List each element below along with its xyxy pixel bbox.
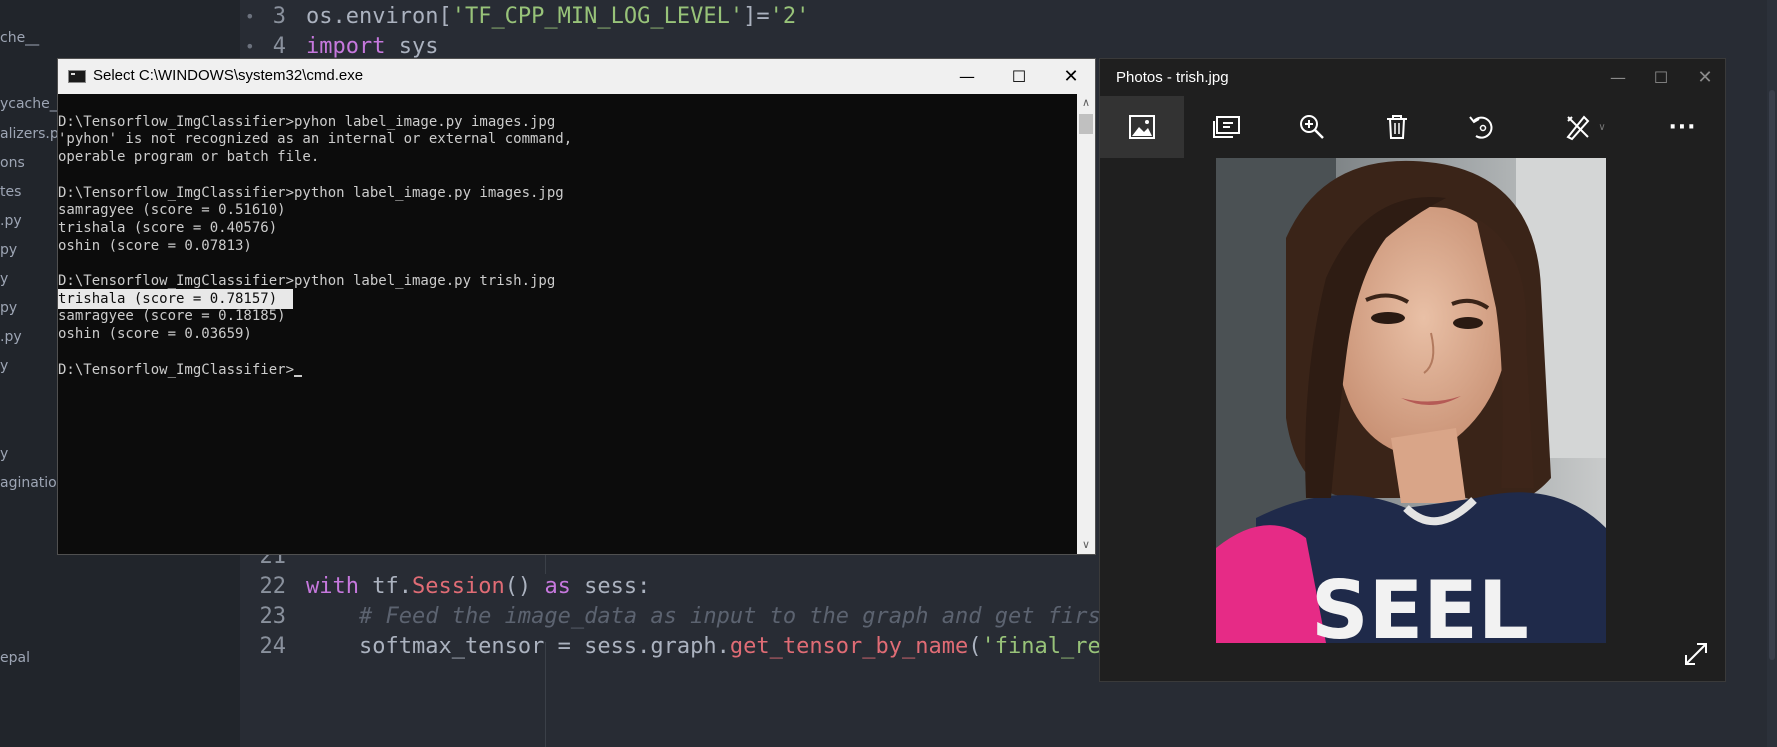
edit-button[interactable]: ∨ [1530,96,1640,158]
editor-scrollbar-thumb[interactable] [1769,90,1775,660]
code-token: () [504,574,545,599]
sidebar-file-item[interactable]: .py [0,213,22,229]
console-line-text: 'pyhon' is not recognized as an internal… [58,131,573,148]
chevron-down-icon: ∨ [1598,121,1606,133]
console-line: D:\Tensorflow_ImgClassifier> [58,360,303,380]
more-button[interactable]: ··· [1640,96,1725,158]
line-number: 23 [259,604,287,629]
console-line-text: D:\Tensorflow_ImgClassifier>python label… [58,273,556,289]
fullscreen-button[interactable] [1683,641,1709,667]
sidebar-file-item[interactable]: agination [0,475,66,491]
cmd-maximize-button[interactable]: ☐ [993,59,1045,94]
photo-image[interactable]: SEEL [1216,158,1606,643]
code-token: ]= [743,4,770,29]
delete-icon [1387,115,1407,139]
sidebar-file-item[interactable]: epal [0,650,30,666]
slideshow-icon [1213,116,1240,138]
cmd-scroll-up-arrow[interactable]: ∧ [1077,94,1095,112]
sidebar-file-item[interactable]: py [0,242,17,258]
console-line-text: oshin (score = 0.07813) [58,237,252,254]
sidebar-file-item[interactable]: y [0,358,8,374]
code-token: 'TF_CPP_MIN_LOG_LEVEL' [451,4,744,29]
console-line-text: D:\Tensorflow_ImgClassifier> [58,361,295,378]
photos-minimize-button[interactable]: — [1597,59,1639,96]
console-line-text: oshin (score = 0.03659) [58,326,252,343]
cmd-scroll-down-arrow[interactable]: ∨ [1077,536,1095,554]
code-token: '2' [769,4,810,29]
cmd-titlebar[interactable]: Select C:\WINDOWS\system32\cmd.exe — ☐ ✕ [58,59,1095,94]
console-line-text: trishala (score = 0.78157) [58,290,278,307]
cmd-scrollbar-thumb[interactable] [1079,114,1093,134]
console-line-text: samragyee (score = 0.18185) [58,308,286,325]
console-line-text: D:\Tensorflow_ImgClassifier>python label… [58,184,564,201]
slideshow-button[interactable] [1185,96,1269,158]
sidebar-file-item[interactable]: y [0,446,8,462]
code-token: ( [968,634,982,659]
code-token: as [544,574,571,599]
console-line: oshin (score = 0.07813) [58,236,252,256]
photo-portrait-image: SEEL [1216,158,1606,643]
svg-text:SEEL: SEEL [1311,564,1529,643]
code-text: with tf.Session() as sess: [306,570,650,604]
cmd-console-output[interactable]: D:\Tensorflow_ImgClassifier>pyhon label_… [58,94,1077,554]
image-view-icon [1129,115,1155,139]
text-cursor [294,374,303,377]
sidebar-file-item[interactable]: .py [0,329,22,345]
rotate-button[interactable] [1440,96,1524,158]
code-text: os.environ['TF_CPP_MIN_LOG_LEVEL']='2' [306,0,809,34]
line-number: 22 [259,574,287,599]
photos-maximize-button[interactable]: ☐ [1640,59,1682,96]
code-token: Session [411,574,505,599]
expand-icon [1685,643,1707,665]
image-view-button[interactable] [1100,96,1184,158]
photos-titlebar[interactable]: Photos - trish.jpg — ☐ ✕ [1100,59,1725,96]
cmd-minimize-button[interactable]: — [941,59,993,94]
console-line: operable program or batch file. [58,147,319,167]
code-token: with [306,574,359,599]
photos-window[interactable]: Photos - trish.jpg — ☐ ✕ ∨ ··· SEEL [1099,58,1726,682]
sidebar-file-item[interactable]: y [0,271,8,287]
console-line: oshin (score = 0.03659) [58,324,252,344]
edit-icon [1566,115,1590,141]
photos-close-button[interactable]: ✕ [1684,59,1726,96]
zoom-button[interactable] [1270,96,1354,158]
sidebar-file-item[interactable]: py [0,300,17,316]
zoom-icon [1300,115,1324,139]
code-token: sys [385,34,439,59]
cmd-app-icon [68,70,86,83]
line-number: 24 [259,634,287,659]
line-number: 3 [272,4,286,29]
cmd-close-button[interactable]: ✕ [1045,59,1097,94]
code-token: softmax_tensor = sess.graph. [306,634,730,659]
code-text: softmax_tensor = sess.graph.get_tensor_b… [306,630,1207,664]
code-token: sess: [570,574,651,599]
delete-button[interactable] [1355,96,1439,158]
code-token: tf. [358,574,412,599]
console-line-text: samragyee (score = 0.51610) [58,202,286,219]
code-token: import [306,34,386,59]
code-token: os.environ[ [306,4,452,29]
sidebar-file-item[interactable]: ycache__ [0,96,64,112]
sidebar-file-item[interactable]: che__ [0,30,39,46]
rotate-icon [1469,116,1493,139]
photos-toolbar: ∨ ··· [1100,96,1725,158]
cmd-scrollbar[interactable]: ∧ ∨ [1077,94,1095,554]
console-line-text: trishala (score = 0.40576) [58,219,278,236]
code-token: get_tensor_by_name [729,634,969,659]
cmd-window-title: Select C:\WINDOWS\system32\cmd.exe [93,67,364,84]
sidebar-file-item[interactable]: ons [0,155,25,171]
console-line-text: operable program or batch file. [58,149,320,166]
editor-scrollbar[interactable] [1767,0,1777,747]
photos-window-title: Photos - trish.jpg [1116,69,1229,86]
cmd-window[interactable]: Select C:\WINDOWS\system32\cmd.exe — ☐ ✕… [57,58,1096,555]
sidebar-file-item[interactable]: tes [0,184,21,200]
console-line-text: D:\Tensorflow_ImgClassifier>pyhon label_… [58,113,556,130]
